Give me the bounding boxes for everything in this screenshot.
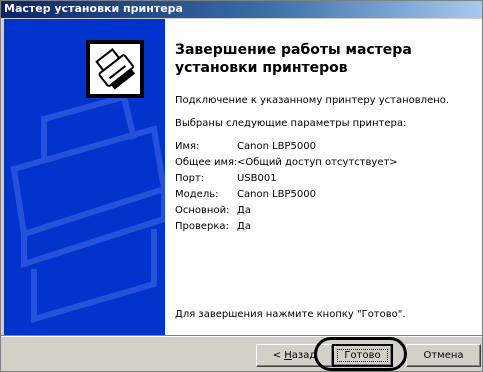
cancel-button-label: Отмена xyxy=(423,350,464,361)
param-value-port: USB001 xyxy=(237,173,277,184)
printer-wizard-window: Мастер установки принтера Завершение раб… xyxy=(0,0,483,372)
printer-icon xyxy=(86,40,144,98)
param-label-port: Порт: xyxy=(175,173,205,184)
finish-button-callout xyxy=(314,337,407,371)
param-label-model: Модель: xyxy=(175,189,219,200)
connected-text: Подключение к указанному принтеру устано… xyxy=(175,95,450,106)
finish-hint: Для завершения нажмите кнопку "Готово". xyxy=(175,309,406,320)
param-label-test: Проверка: xyxy=(175,221,229,232)
param-value-default: Да xyxy=(237,205,251,216)
wizard-side-panel xyxy=(4,19,165,335)
button-separator xyxy=(1,335,482,337)
back-button-label: азад xyxy=(291,350,317,361)
param-label-name: Имя: xyxy=(175,141,200,152)
wizard-content: Завершение работы мастера установки прин… xyxy=(165,19,482,335)
page-title: Завершение работы мастера установки прин… xyxy=(175,42,412,76)
params-intro: Выбраны следующие параметры принтера: xyxy=(175,118,407,129)
side-panel-graphic xyxy=(4,19,165,335)
back-button-hotkey: Н xyxy=(284,350,292,361)
param-value-name: Canon LBP5000 xyxy=(237,141,316,152)
cancel-button[interactable]: Отмена xyxy=(406,344,481,367)
param-label-share: Общее имя: xyxy=(175,157,238,168)
title-bar[interactable]: Мастер установки принтера xyxy=(1,1,482,18)
window-title: Мастер установки принтера xyxy=(4,2,183,15)
param-value-share: <Общий доступ отсутствует> xyxy=(237,157,398,168)
param-value-model: Canon LBP5000 xyxy=(237,189,316,200)
param-value-test: Да xyxy=(237,221,251,232)
back-button-prefix: < xyxy=(272,350,285,361)
param-label-default: Основной: xyxy=(175,205,230,216)
